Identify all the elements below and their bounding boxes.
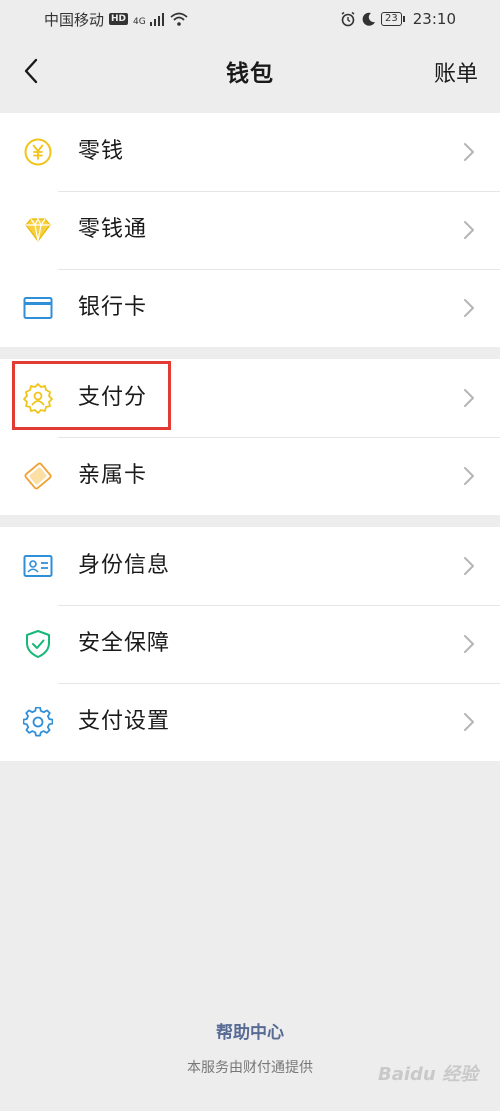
chevron-right-icon <box>464 713 474 731</box>
family-card-icon <box>22 460 54 492</box>
menu-item-lingqiantong[interactable]: 零钱通 <box>0 191 500 269</box>
bank-card-icon <box>22 292 54 324</box>
menu-item-label: 零钱 <box>78 139 125 164</box>
chevron-right-icon <box>464 221 474 239</box>
bill-button[interactable]: 账单 <box>434 56 478 88</box>
signal-icon <box>149 13 164 26</box>
menu-item-bank-card[interactable]: 银行卡 <box>0 269 500 347</box>
menu-item-label: 亲属卡 <box>78 463 148 488</box>
page-title: 钱包 <box>226 61 274 87</box>
yuan-coin-icon <box>22 136 54 168</box>
chevron-left-icon <box>24 58 38 84</box>
menu-item-label: 身份信息 <box>78 553 171 578</box>
nav-bar: 钱包 账单 <box>0 38 500 104</box>
shield-check-icon <box>22 628 54 660</box>
menu-item-label: 安全保障 <box>78 631 171 656</box>
back-button[interactable] <box>14 52 48 90</box>
chevron-right-icon <box>464 467 474 485</box>
chevron-right-icon <box>464 389 474 407</box>
chevron-right-icon <box>464 299 474 317</box>
wallet-group-settings: 身份信息 安全保障 支付设置 <box>0 527 500 761</box>
chevron-right-icon <box>464 143 474 161</box>
watermark: Baidu 经验 <box>377 1064 478 1085</box>
menu-item-family-card[interactable]: 亲属卡 <box>0 437 500 515</box>
alarm-icon <box>341 11 355 27</box>
menu-item-label: 支付设置 <box>78 709 171 734</box>
network-type: 4G <box>133 16 146 27</box>
menu-item-label: 银行卡 <box>78 295 148 320</box>
id-card-icon <box>22 550 54 582</box>
hd-badge: HD <box>109 13 129 25</box>
pay-score-badge-icon <box>22 382 54 414</box>
menu-item-label: 支付分 <box>78 385 148 410</box>
clock: 23:10 <box>412 10 456 28</box>
menu-item-pay-settings[interactable]: 支付设置 <box>0 683 500 761</box>
moon-icon <box>362 12 376 26</box>
menu-item-identity[interactable]: 身份信息 <box>0 527 500 605</box>
wifi-icon <box>170 12 188 26</box>
menu-item-label: 零钱通 <box>78 217 148 242</box>
battery-level: 23 <box>381 12 405 26</box>
status-bar: 中国移动 HD 4G 23 23:10 <box>0 0 500 38</box>
chevron-right-icon <box>464 557 474 575</box>
menu-item-change[interactable]: 零钱 <box>0 113 500 191</box>
wallet-group-balance: 零钱 零钱通 银行卡 <box>0 113 500 347</box>
gear-icon <box>22 706 54 738</box>
diamond-icon <box>22 214 54 246</box>
wallet-group-services: 支付分 亲属卡 <box>0 359 500 515</box>
carrier-name: 中国移动 <box>44 10 105 29</box>
chevron-right-icon <box>464 635 474 653</box>
help-center-link[interactable]: 帮助中心 <box>0 1018 500 1043</box>
menu-item-pay-score[interactable]: 支付分 <box>0 359 500 437</box>
menu-item-security[interactable]: 安全保障 <box>0 605 500 683</box>
